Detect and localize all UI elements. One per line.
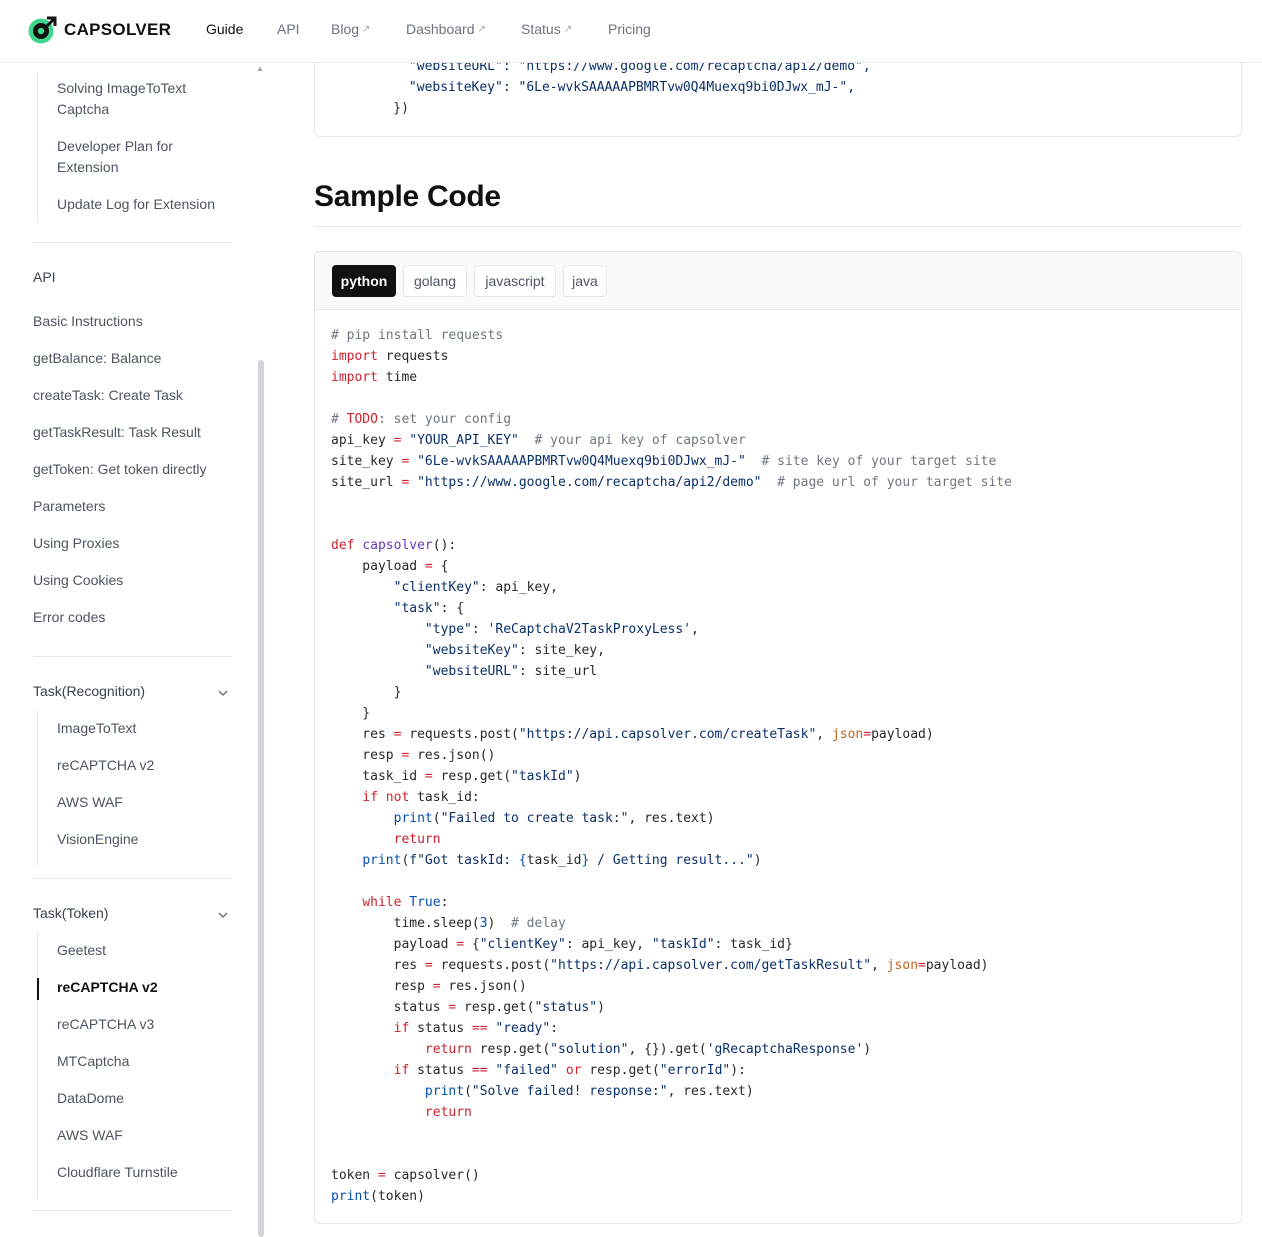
- tab-golang[interactable]: golang: [403, 265, 467, 297]
- python-code[interactable]: # pip install requests import requests i…: [331, 325, 1012, 1207]
- sidebar-item-using-proxies[interactable]: Using Proxies: [33, 535, 119, 551]
- sidebar-item-visionengine[interactable]: VisionEngine: [57, 831, 138, 847]
- sidebar-item-gettaskresult[interactable]: getTaskResult: Task Result: [33, 424, 201, 440]
- sidebar-scrollbar[interactable]: [258, 360, 264, 1237]
- sidebar-item-recaptcha-v2-token[interactable]: reCAPTCHA v2: [57, 979, 158, 995]
- external-link-icon: ↗: [477, 23, 486, 35]
- sidebar-item-createtask[interactable]: createTask: Create Task: [33, 387, 183, 403]
- tree-guide-line: [37, 72, 38, 222]
- sidebar-item-label: Update Log for Extension: [57, 196, 215, 212]
- external-link-icon: ↗: [563, 23, 573, 35]
- external-link-icon: ↗: [362, 23, 371, 35]
- sidebar-item-imagetotext[interactable]: ImageToText: [57, 720, 136, 736]
- sidebar-item-label: Developer Plan for: [57, 138, 173, 154]
- sidebar-item-aws-waf-recognition[interactable]: AWS WAF: [57, 794, 123, 810]
- nav-blog-label: Blog: [331, 21, 360, 37]
- sidebar-item-solving-imagetotext[interactable]: Solving ImageToText Captcha: [57, 78, 186, 120]
- nav-guide-label: Guide: [206, 21, 244, 37]
- sidebar-item-getbalance[interactable]: getBalance: Balance: [33, 350, 161, 366]
- language-tabs: python golang javascript java: [315, 252, 1241, 310]
- nav-pricing[interactable]: Pricing: [608, 21, 651, 37]
- code-fragment: "websiteURL": "https://www.google.com/re…: [315, 56, 870, 119]
- divider: [33, 1210, 232, 1211]
- chevron-down-icon[interactable]: [217, 909, 229, 921]
- nav-status-label: Status: [521, 21, 561, 37]
- divider: [33, 242, 232, 243]
- nav-api-label: API: [277, 21, 300, 37]
- sidebar-item-label: Captcha: [57, 101, 110, 117]
- divider: [33, 656, 232, 657]
- divider: [314, 226, 1242, 227]
- nav-blog[interactable]: Blog ↗: [331, 21, 370, 37]
- capsolver-logo-icon: [27, 15, 57, 45]
- sidebar-item-using-cookies[interactable]: Using Cookies: [33, 572, 123, 588]
- sidebar-heading-task-token[interactable]: Task(Token): [33, 905, 108, 921]
- tab-javascript[interactable]: javascript: [474, 265, 556, 297]
- sample-code-block: python golang javascript java # pip inst…: [314, 251, 1242, 1224]
- sidebar-item-label: Solving ImageToText: [57, 80, 187, 96]
- top-navigation-bar: CAPSOLVER Guide API Blog ↗ Dashboard ↗ Sta…: [0, 0, 1262, 63]
- capsolver-logo[interactable]: CAPSOLVER: [27, 14, 171, 46]
- sidebar-heading-api[interactable]: API: [33, 269, 56, 285]
- sidebar-heading-task-recognition[interactable]: Task(Recognition): [33, 683, 145, 699]
- sidebar-item-mtcaptcha[interactable]: MTCaptcha: [57, 1053, 129, 1069]
- sidebar-item-label: Extension: [57, 159, 119, 175]
- sidebar-item-cloudflare-turnstile[interactable]: Cloudflare Turnstile: [57, 1164, 178, 1180]
- tree-guide-line: [37, 710, 38, 866]
- nav-guide[interactable]: Guide: [206, 21, 243, 37]
- scroll-up-icon[interactable]: ▲: [256, 64, 264, 73]
- nav-status[interactable]: Status ↗: [521, 21, 572, 37]
- active-indicator: [37, 978, 39, 1000]
- sidebar-item-recaptcha-v2-recognition[interactable]: reCAPTCHA v2: [57, 757, 154, 773]
- sidebar-item-parameters[interactable]: Parameters: [33, 498, 105, 514]
- tab-java[interactable]: java: [563, 265, 607, 297]
- sidebar: ▲ Solving ImageToText Captcha Developer …: [0, 62, 290, 1237]
- section-title: Sample Code: [314, 180, 501, 213]
- sidebar-item-datadome[interactable]: DataDome: [57, 1090, 124, 1106]
- sidebar-item-error-codes[interactable]: Error codes: [33, 609, 105, 625]
- sidebar-item-geetest[interactable]: Geetest: [57, 942, 106, 958]
- nav-api[interactable]: API: [277, 21, 300, 37]
- sidebar-item-update-log[interactable]: Update Log for Extension: [57, 194, 215, 215]
- nav-pricing-label: Pricing: [608, 21, 651, 37]
- code-line: }): [315, 101, 409, 116]
- brand-name: CAPSOLVER: [64, 20, 172, 39]
- nav-dashboard-label: Dashboard: [406, 21, 475, 37]
- divider: [33, 878, 232, 879]
- sidebar-item-basic-instructions[interactable]: Basic Instructions: [33, 313, 143, 329]
- tab-python[interactable]: python: [332, 265, 396, 297]
- sidebar-item-recaptcha-v3[interactable]: reCAPTCHA v3: [57, 1016, 154, 1032]
- sidebar-item-developer-plan[interactable]: Developer Plan for Extension: [57, 136, 173, 178]
- sidebar-item-gettoken[interactable]: getToken: Get token directly: [33, 461, 207, 477]
- nav-dashboard[interactable]: Dashboard ↗: [406, 21, 486, 37]
- sidebar-item-aws-waf-token[interactable]: AWS WAF: [57, 1127, 123, 1143]
- chevron-down-icon[interactable]: [217, 687, 229, 699]
- code-line: "websiteKey": "6Le-wvkSAAAAAPBMRTvw0Q4Mu…: [315, 80, 856, 95]
- tree-guide-line: [37, 932, 38, 1199]
